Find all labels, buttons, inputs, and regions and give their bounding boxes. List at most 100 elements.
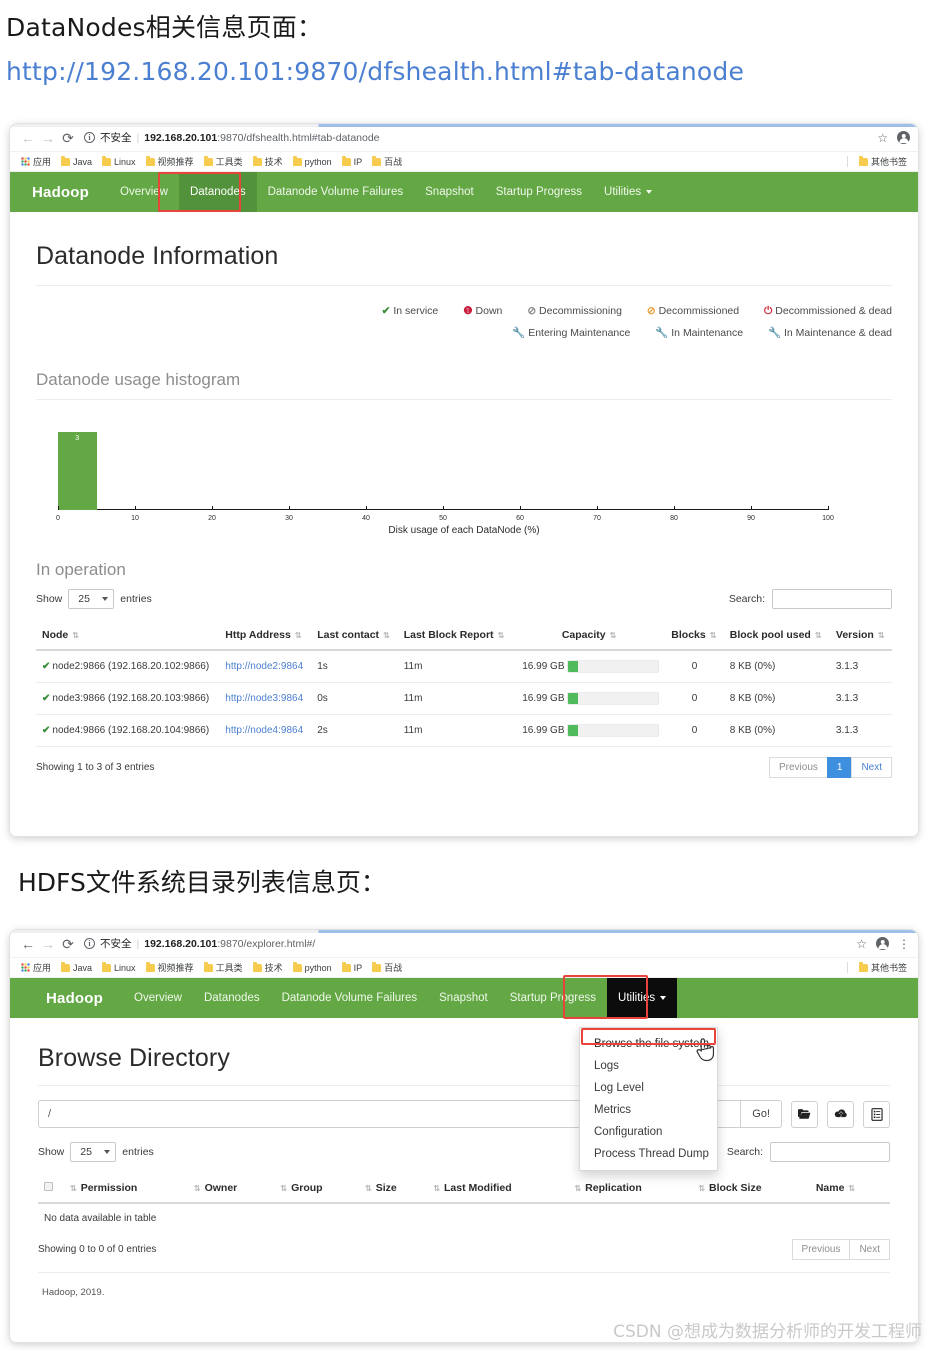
hadoop-navbar-1: Hadoop Overview Datanodes Datanode Volum… <box>10 172 918 212</box>
col-capacity[interactable]: Capacity ⇅ <box>512 621 666 651</box>
pagination-page-1[interactable]: 1 <box>826 757 853 778</box>
profile-avatar-icon[interactable] <box>876 937 889 950</box>
bookmark-other[interactable]: 其他书签 <box>854 961 912 974</box>
address-bar-1[interactable]: i 不安全 | 192.168.20.101:9870/dfshealth.ht… <box>84 130 869 145</box>
star-icon[interactable]: ☆ <box>877 131 888 145</box>
doc-heading-url[interactable]: http://192.168.20.101:9870/dfshealth.htm… <box>6 57 744 86</box>
folder-open-icon-button[interactable] <box>791 1100 818 1128</box>
http-address-link[interactable]: http://node3:9864 <box>225 693 303 704</box>
legend-in-service: ✔ In service <box>382 305 439 317</box>
nav-link-datanode-volume-failures[interactable]: Datanode Volume Failures <box>271 978 429 1018</box>
menu-item-metrics[interactable]: Metrics <box>580 1099 717 1121</box>
info-icon[interactable]: i <box>84 132 95 143</box>
entries-select[interactable]: 25 <box>68 589 115 609</box>
col-group[interactable]: ⇅ Group <box>274 1174 360 1204</box>
search-input[interactable] <box>770 1142 890 1162</box>
reload-icon[interactable]: ⟳ <box>58 128 78 148</box>
col-name[interactable]: Name ⇅ <box>809 1174 890 1204</box>
empty-message: No data available in table <box>44 1213 157 1224</box>
bookmark-item[interactable]: 视频推荐 <box>141 155 199 168</box>
info-icon[interactable]: i <box>84 938 95 949</box>
col-version[interactable]: Version ⇅ <box>829 621 892 651</box>
bookmark-item[interactable]: Linux <box>97 961 141 973</box>
bookmark-item[interactable]: 技术 <box>248 155 288 168</box>
col-replication[interactable]: ⇅ Replication <box>568 1174 693 1204</box>
table-header-row: Node ⇅ Http Address ⇅ Last contact ⇅ Last B… <box>36 621 892 651</box>
pagination-previous[interactable]: Previous <box>791 1239 851 1260</box>
col-node[interactable]: Node ⇅ <box>36 621 220 651</box>
forward-arrow-icon[interactable]: → <box>38 934 58 954</box>
folder-icon <box>858 155 868 166</box>
clipboard-list-icon-button[interactable] <box>863 1100 890 1128</box>
bookmark-item[interactable]: python <box>288 155 337 167</box>
url-separator: | <box>136 131 140 144</box>
entries-select[interactable]: 25 <box>70 1142 117 1162</box>
bookmark-item[interactable]: 百战 <box>367 961 407 974</box>
nav-link-startup-progress[interactable]: Startup Progress <box>485 172 593 212</box>
bookmark-apps[interactable]: 应用 <box>16 155 56 168</box>
menu-item-process-thread-dump[interactable]: Process Thread Dump <box>580 1143 717 1165</box>
bookmark-item[interactable]: 工具类 <box>199 155 248 168</box>
forward-arrow-icon[interactable]: → <box>38 128 58 148</box>
clipboard-list-icon <box>870 1107 883 1121</box>
menu-item-configuration[interactable]: Configuration <box>580 1121 717 1143</box>
col-permission[interactable]: ⇅ Permission <box>64 1174 188 1204</box>
bookmark-label: 工具类 <box>215 963 243 973</box>
http-address-link[interactable]: http://node2:9864 <box>225 661 303 672</box>
col-last-block-report[interactable]: Last Block Report ⇅ <box>397 621 513 651</box>
nav-link-utilities[interactable]: Utilities <box>593 172 663 212</box>
hadoop-brand[interactable]: Hadoop <box>46 990 103 1007</box>
col-http-address[interactable]: Http Address ⇅ <box>219 621 312 651</box>
histogram-x-tick <box>212 506 213 510</box>
nav-link-overview[interactable]: Overview <box>109 172 179 212</box>
bookmark-item[interactable]: IP <box>337 155 368 167</box>
http-address-link[interactable]: http://node4:9864 <box>225 725 303 736</box>
col-last-modified[interactable]: ⇅ Last Modified <box>427 1174 569 1204</box>
upload-icon-button[interactable] <box>827 1100 854 1128</box>
nav-link-snapshot[interactable]: Snapshot <box>428 978 499 1018</box>
nav-link-datanode-volume-failures[interactable]: Datanode Volume Failures <box>257 172 415 212</box>
col-block-size[interactable]: ⇅ Block Size <box>692 1174 810 1204</box>
profile-avatar-icon[interactable] <box>897 131 910 144</box>
pagination-previous[interactable]: Previous <box>768 757 828 778</box>
bookmark-item[interactable]: 技术 <box>248 961 288 974</box>
address-bar-2[interactable]: i 不安全 | 192.168.20.101:9870/explorer.htm… <box>84 936 848 951</box>
back-arrow-icon[interactable]: ← <box>18 934 38 954</box>
col-owner[interactable]: ⇅ Owner <box>187 1174 275 1204</box>
bookmark-item[interactable]: 百战 <box>367 155 407 168</box>
nav-link-startup-progress[interactable]: Startup Progress <box>499 978 607 1018</box>
hadoop-brand[interactable]: Hadoop <box>32 184 89 201</box>
search-input[interactable] <box>772 589 892 609</box>
bookmark-item[interactable]: 工具类 <box>199 961 248 974</box>
go-button[interactable]: Go! <box>741 1100 782 1128</box>
nav-link-datanodes[interactable]: Datanodes <box>178 172 257 212</box>
back-arrow-icon[interactable]: ← <box>18 128 38 148</box>
nav-link-utilities[interactable]: Utilities <box>607 978 678 1018</box>
bookmark-label: IP <box>353 156 363 167</box>
nav-link-datanodes[interactable]: Datanodes <box>193 978 271 1018</box>
star-icon[interactable]: ☆ <box>856 937 867 951</box>
col-select-all[interactable] <box>38 1174 64 1204</box>
bookmark-item[interactable]: Java <box>56 961 97 973</box>
reload-icon[interactable]: ⟳ <box>58 934 78 954</box>
col-blocks[interactable]: Blocks ⇅ <box>665 621 724 651</box>
col-size[interactable]: ⇅ Size <box>359 1174 428 1204</box>
pagination-next[interactable]: Next <box>851 757 892 778</box>
bookmark-other[interactable]: 其他书签 <box>854 155 912 168</box>
nav-link-overview[interactable]: Overview <box>123 978 193 1018</box>
col-block-pool-used[interactable]: Block pool used ⇅ <box>723 621 830 651</box>
bookmark-item[interactable]: Java <box>56 155 97 167</box>
pagination-next[interactable]: Next <box>849 1239 890 1260</box>
menu-item-log-level[interactable]: Log Level <box>580 1077 717 1099</box>
col-last-contact[interactable]: Last contact ⇅ <box>311 621 398 651</box>
bookmark-apps[interactable]: 应用 <box>16 961 56 974</box>
wrench-icon: 🔧 <box>655 327 669 339</box>
bookmark-item[interactable]: IP <box>337 961 368 973</box>
kebab-menu-icon[interactable]: ⋮ <box>898 938 910 950</box>
bookmark-item[interactable]: 视频推荐 <box>141 961 199 974</box>
bookmark-item[interactable]: Linux <box>97 155 141 167</box>
bookmark-item[interactable]: python <box>288 961 337 973</box>
chevron-down-icon <box>102 597 109 601</box>
nav-link-snapshot[interactable]: Snapshot <box>414 172 485 212</box>
bookmark-apps-label: 应用 <box>33 157 52 167</box>
